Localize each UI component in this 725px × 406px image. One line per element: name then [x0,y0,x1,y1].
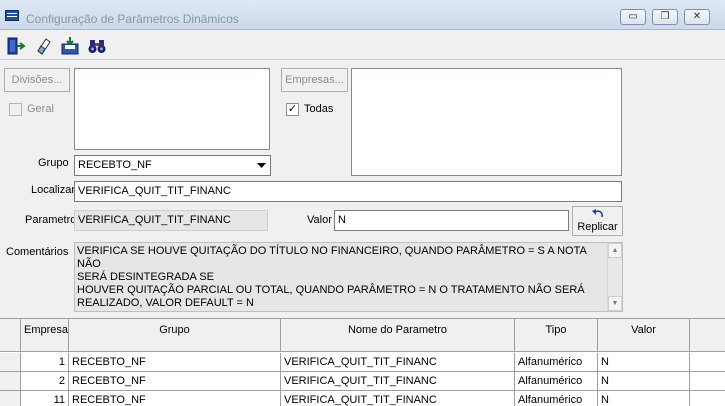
save-disk-icon[interactable] [57,33,82,58]
cell-valor[interactable]: N [598,391,690,406]
cell-nome[interactable]: VERIFICA_QUIT_TIT_FINANC [281,391,515,406]
grid-header-row: Empresa Grupo Nome do Parametro Tipo Val… [0,319,725,352]
parametro-field: VERIFICA_QUIT_TIT_FINANC [74,210,268,231]
todas-label: Todas [304,103,334,115]
cell-nome[interactable]: VERIFICA_QUIT_TIT_FINANC [281,353,515,372]
table-row[interactable]: 2 RECEBTO_NF VERIFICA_QUIT_TIT_FINANC Al… [0,372,725,391]
grid-corner [0,319,21,352]
grid-header-filler [690,319,725,352]
column-header-nome[interactable]: Nome do Parametro [281,319,515,352]
cell-nome[interactable]: VERIFICA_QUIT_TIT_FINANC [281,372,515,391]
window-title: Configuração de Parâmetros Dinâmicos [26,12,239,26]
binoculars-icon[interactable] [84,33,109,58]
comentarios-memo[interactable]: VERIFICA SE HOUVE QUITAÇÃO DO TÍTULO NO … [74,242,623,312]
cell-grupo[interactable]: RECEBTO_NF [69,353,281,372]
comentarios-label: Comentários [6,246,69,258]
comentarios-scrollbar[interactable]: ▲ ▼ [607,243,622,311]
cell-empresa[interactable]: 1 [21,353,69,372]
valor-input[interactable]: N [334,210,569,231]
replicar-button[interactable]: Replicar [572,206,623,236]
empresas-button[interactable]: Empresas... [281,68,348,92]
cell-tipo[interactable]: Alfanumérico [515,353,598,372]
exit-door-icon[interactable] [3,33,28,58]
cell-valor[interactable]: N [598,353,690,372]
restore-button[interactable]: ❐ [652,9,678,25]
row-indicator[interactable] [0,353,21,372]
table-row[interactable]: 1 RECEBTO_NF VERIFICA_QUIT_TIT_FINANC Al… [0,353,725,372]
row-filler [690,353,725,372]
parametro-label: Parametro [25,214,77,226]
table-row[interactable]: 11 RECEBTO_NF VERIFICA_QUIT_TIT_FINANC A… [0,391,725,406]
minimize-button[interactable]: ▭ [620,9,646,25]
comentarios-line: HOUVER QUITAÇÃO PARCIAL OU TOTAL, QUANDO… [77,284,585,296]
cell-tipo[interactable]: Alfanumérico [515,391,598,406]
parameters-grid[interactable]: Empresa Grupo Nome do Parametro Tipo Val… [0,318,725,406]
row-filler [690,372,725,391]
scroll-down-icon[interactable]: ▼ [608,296,622,311]
cell-grupo[interactable]: RECEBTO_NF [69,372,281,391]
replicar-label: Replicar [577,221,618,233]
empresas-listbox[interactable] [351,68,622,176]
chevron-down-icon[interactable] [254,157,269,174]
toolbar [0,32,725,60]
cell-valor[interactable]: N [598,372,690,391]
geral-checkbox[interactable] [9,103,22,116]
divisoes-button[interactable]: Divisões... [4,68,70,92]
app-window-icon [5,10,19,21]
column-header-empresa[interactable]: Empresa [21,319,69,352]
grupo-select[interactable]: RECEBTO_NF [74,155,271,176]
scroll-up-icon[interactable]: ▲ [608,243,622,258]
close-button[interactable]: ✕ [684,9,710,25]
divisoes-listbox[interactable] [74,68,270,150]
localizar-input[interactable]: VERIFICA_QUIT_TIT_FINANC [74,181,622,202]
window: Configuração de Parâmetros Dinâmicos ▭ ❐… [0,0,725,406]
eraser-icon[interactable] [30,33,55,58]
title-bar: Configuração de Parâmetros Dinâmicos ▭ ❐… [0,0,725,30]
column-header-tipo[interactable]: Tipo [515,319,598,352]
comentarios-line: SERÁ DESINTEGRADA SE [77,271,214,283]
row-indicator[interactable] [0,391,21,406]
comentarios-line: REALIZADO, VALOR DEFAULT = N [77,297,254,309]
grupo-selected-value: RECEBTO_NF [78,159,152,171]
cell-empresa[interactable]: 2 [21,372,69,391]
cell-tipo[interactable]: Alfanumérico [515,372,598,391]
cell-empresa[interactable]: 11 [21,391,69,406]
column-header-grupo[interactable]: Grupo [69,319,281,352]
row-indicator[interactable] [0,372,21,391]
undo-arrow-icon [573,208,622,221]
check-mark-icon: ✓ [287,103,298,115]
comentarios-line: VERIFICA SE HOUVE QUITAÇÃO DO TÍTULO NO … [77,245,587,270]
row-filler [690,391,725,406]
todas-checkbox[interactable]: ✓ [286,103,299,116]
grupo-label: Grupo [38,157,69,169]
column-header-valor[interactable]: Valor [598,319,690,352]
geral-label: Geral [27,103,54,115]
localizar-label: Localizar [31,184,76,196]
valor-label: Valor [307,214,332,226]
cell-grupo[interactable]: RECEBTO_NF [69,391,281,406]
